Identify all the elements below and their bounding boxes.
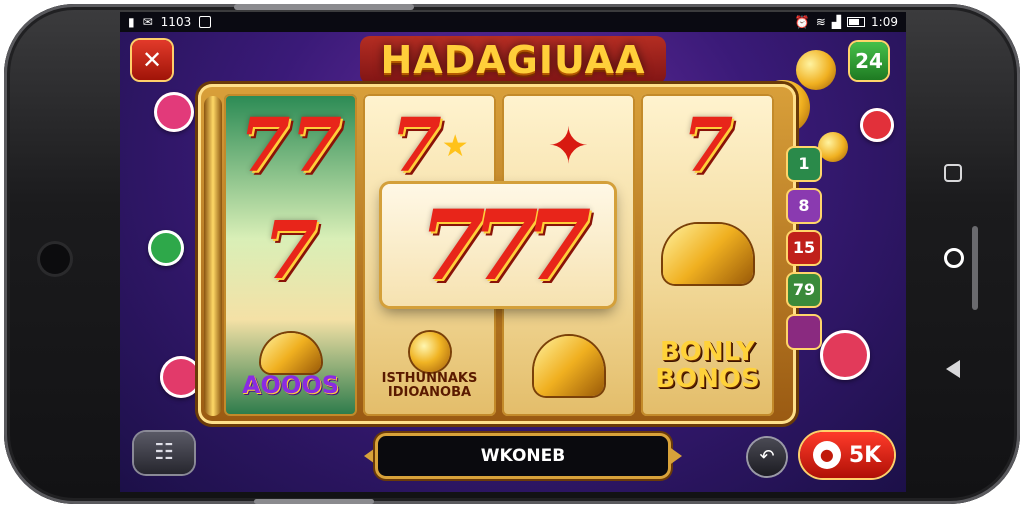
- golden-bell-icon: [260, 333, 321, 374]
- reel-1-symbol-bottom: AOOOS: [224, 316, 357, 416]
- reel-1: 77 7 AOOOS: [224, 94, 357, 416]
- frame-pillar-left: [204, 96, 222, 416]
- chip-icon: ●: [812, 441, 841, 469]
- close-x-icon: ✕: [141, 46, 163, 74]
- win-box-right-wing: [668, 446, 682, 466]
- win-display: WKONEB: [378, 436, 668, 476]
- menu-button[interactable]: ☷: [134, 432, 194, 474]
- message-icon: ✉: [142, 15, 153, 29]
- reel-3-symbol-bottom: [502, 316, 635, 416]
- alarm-icon: ⏰: [794, 15, 810, 29]
- gold-coin-icon: [818, 132, 848, 162]
- reel-4: 7 BONLY BONOS: [641, 94, 774, 416]
- reel-3-symbol-top: ✦: [502, 96, 635, 196]
- multiplier-5: [788, 316, 820, 348]
- front-camera: [40, 244, 70, 274]
- golden-bell-icon: [662, 224, 753, 284]
- game-title: HADAGIUAA: [380, 38, 646, 82]
- status-time: 1103: [160, 15, 192, 29]
- close-button[interactable]: ✕: [132, 40, 172, 80]
- status-bar-icon-left: ▮: [128, 15, 135, 29]
- multiplier-3: 15: [788, 232, 820, 264]
- reel-4-symbol-top: 7: [681, 103, 734, 189]
- big-win-symbol: 777: [382, 184, 614, 306]
- reel-2-label-line1: ISTHUNNAKS: [381, 371, 478, 387]
- reel-4-symbol-mid: [641, 204, 774, 304]
- wifi-icon: ≋: [815, 15, 826, 29]
- reel-2-label-line2: IDIOANOBA: [387, 385, 472, 400]
- battery-icon: [847, 17, 866, 27]
- multiplier-1: 1: [788, 148, 820, 180]
- app-icon: [199, 16, 212, 28]
- signal-icon: ▟: [831, 15, 842, 29]
- win-box-left-wing: [364, 446, 378, 466]
- multiplier-2: 8: [788, 190, 820, 222]
- phone-side-slot: [972, 226, 978, 310]
- poker-chip-icon: [160, 356, 202, 398]
- phone-top-edge: [234, 4, 414, 10]
- reel-4-symbol-bottom: BONLY BONOS: [641, 316, 774, 416]
- poker-chip-icon: [860, 108, 894, 142]
- menu-grid-icon: ☷: [154, 440, 174, 465]
- status-right-text: 1:09: [871, 15, 898, 29]
- game-screen: ▮ ✉ 1103 ⏰ ≋ ▟ 1:09 HADAGIUAA ✕ 24 77 7 …: [120, 12, 906, 492]
- reel-1-bottom-label: AOOOS: [241, 371, 340, 400]
- reel-4-label-line2: BONOS: [655, 364, 760, 394]
- phone-bottom-edge: [254, 499, 374, 504]
- poker-chip-icon: [154, 92, 194, 132]
- reel-1-symbol-top: 77: [239, 103, 342, 189]
- reel-1-symbol-mid: 7: [262, 203, 319, 297]
- poker-chip-icon: [148, 230, 184, 266]
- golden-bell-icon: [533, 336, 604, 396]
- reel-2-symbol-top: 7 ★: [390, 103, 469, 189]
- refresh-arrow-icon: ↶: [759, 446, 775, 467]
- reel-4-label-line1: BONLY: [659, 336, 756, 367]
- rooster-icon: ✦: [547, 117, 590, 175]
- reel-2-symbol-bottom: ISTHUNNAKS IDIOANOBA: [363, 316, 496, 416]
- back-button[interactable]: [946, 360, 960, 378]
- bet-value: 5K: [848, 442, 882, 468]
- gold-coin-icon: [796, 50, 836, 90]
- big-777-text: 777: [418, 188, 591, 302]
- multiplier-4: 79: [788, 274, 820, 306]
- level-badge[interactable]: 24: [850, 42, 888, 80]
- recent-apps-button[interactable]: [944, 164, 962, 182]
- gold-coin-icon: [409, 332, 450, 373]
- star-icon: ★: [441, 128, 469, 164]
- status-bar: ▮ ✉ 1103 ⏰ ≋ ▟ 1:09: [120, 12, 906, 32]
- home-button[interactable]: [944, 248, 964, 268]
- bet-button[interactable]: ● 5K: [800, 432, 894, 478]
- autospin-button[interactable]: ↶: [748, 438, 786, 476]
- poker-chip-icon: [820, 330, 870, 380]
